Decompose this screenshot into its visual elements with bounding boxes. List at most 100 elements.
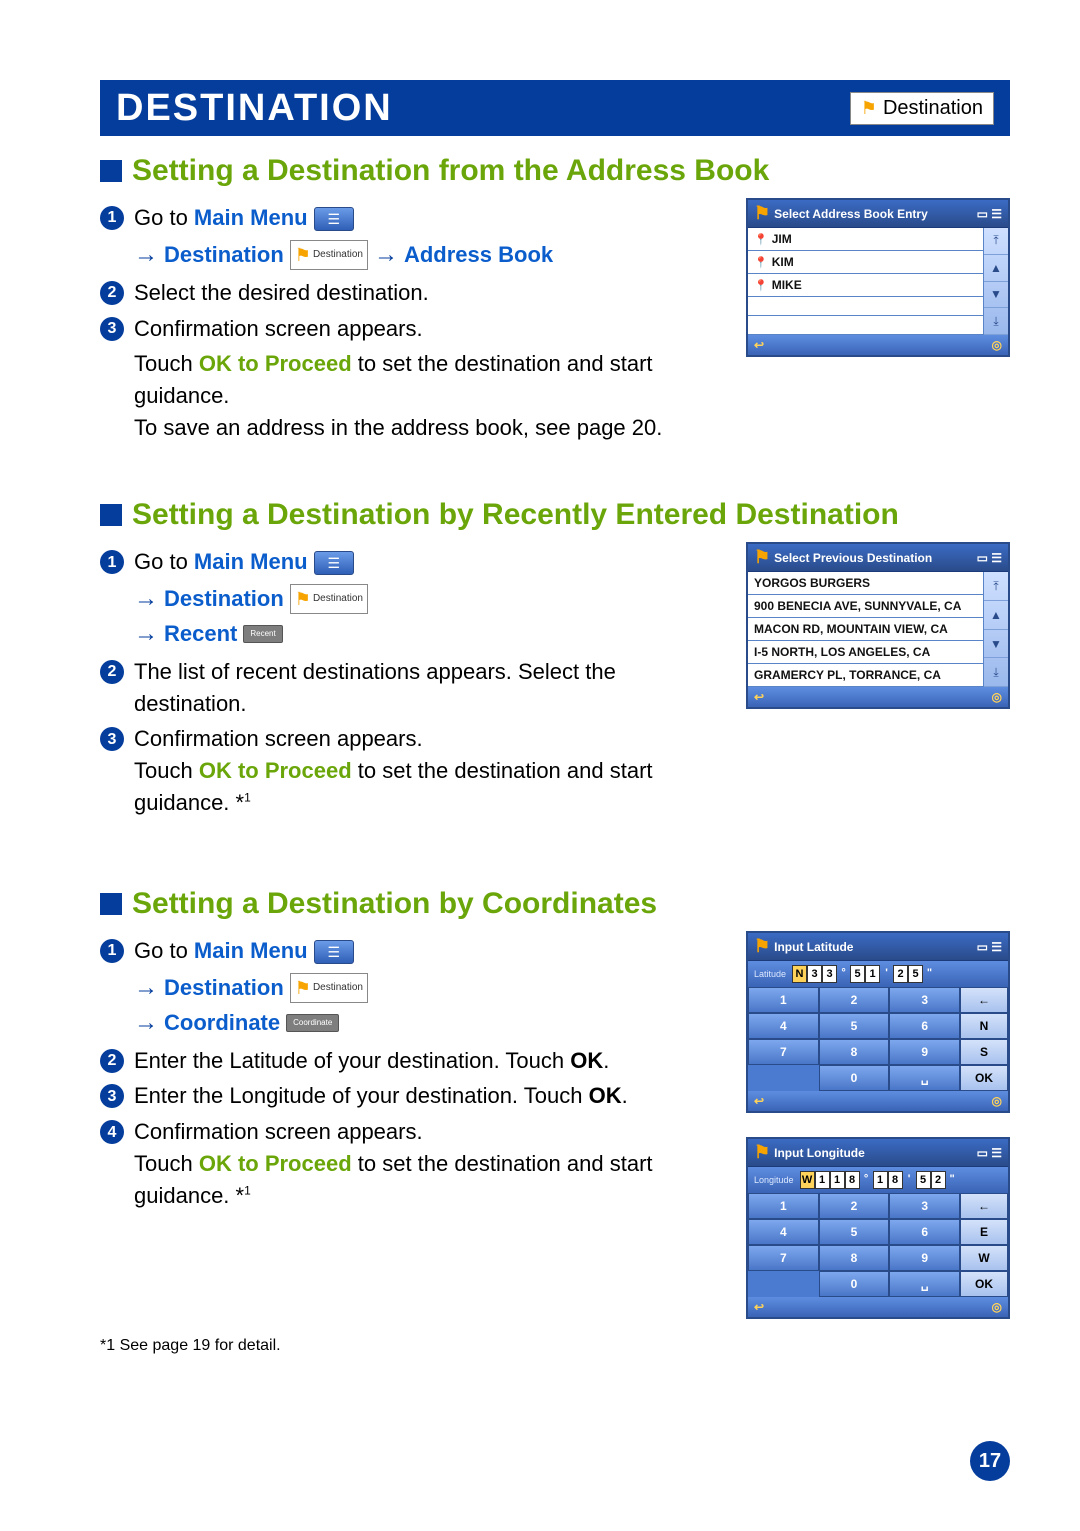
key-8[interactable]: 8 (819, 1039, 890, 1065)
key-0[interactable]: 0 (819, 1065, 890, 1091)
main-menu-icon (314, 207, 354, 231)
scroll-up-icon[interactable]: ▲ (984, 601, 1008, 630)
ok-label: OK (589, 1083, 622, 1108)
step-number-1: 1 (100, 206, 124, 230)
key-9[interactable]: 9 (889, 1039, 960, 1065)
list-item[interactable]: I-5 NORTH, LOS ANGELES, CA (748, 641, 983, 664)
key-7[interactable]: 7 (748, 1245, 819, 1271)
destination-badge: ⚑ Destination (850, 92, 994, 125)
key-2[interactable]: 2 (819, 1193, 890, 1219)
list-item[interactable]: MACON RD, MOUNTAIN VIEW, CA (748, 618, 983, 641)
key-6[interactable]: 6 (889, 1219, 960, 1245)
addressbook-screenshot: ⚑Select Address Book Entry▭ ☰ 📍JIM 📍KIM … (746, 198, 1010, 357)
key-2[interactable]: 2 (819, 987, 890, 1013)
recent-link: Recent (164, 618, 237, 650)
latitude-keypad: ⚑Input Latitude▭ ☰ Latitude N33°51'25" 1… (746, 931, 1010, 1113)
recent-chip-icon: Recent (243, 625, 282, 643)
east-button[interactable]: E (960, 1219, 1008, 1245)
scroll-up-icon[interactable]: ▲ (984, 255, 1008, 282)
step-number-2: 2 (100, 1049, 124, 1073)
arrow-icon: → (374, 238, 398, 273)
key-1[interactable]: 1 (748, 1193, 819, 1219)
arrow-icon: → (134, 617, 158, 652)
key-9[interactable]: 9 (889, 1245, 960, 1271)
list-item[interactable]: 900 BENECIA AVE, SUNNYVALE, CA (748, 595, 983, 618)
key-6[interactable]: 6 (889, 1013, 960, 1039)
ok-proceed: OK to Proceed (199, 758, 352, 783)
backspace-button[interactable]: ← (960, 987, 1008, 1013)
back-icon[interactable]: ↩ (754, 690, 764, 704)
destination-link: Destination (164, 583, 284, 615)
key-0[interactable]: 0 (819, 1271, 890, 1297)
scroll-down-icon[interactable]: ▼ (984, 630, 1008, 659)
key-3[interactable]: 3 (889, 1193, 960, 1219)
key-space[interactable]: ␣ (889, 1065, 960, 1091)
step3-text: Confirmation screen appears. (134, 313, 423, 345)
south-button[interactable]: S (960, 1039, 1008, 1065)
step-number-2: 2 (100, 660, 124, 684)
key-space[interactable]: ␣ (889, 1271, 960, 1297)
locate-icon[interactable]: ◎ (992, 1094, 1002, 1108)
backspace-button[interactable]: ← (960, 1193, 1008, 1219)
key-5[interactable]: 5 (819, 1219, 890, 1245)
locate-icon[interactable]: ◎ (992, 338, 1002, 352)
scroll-top-icon[interactable]: ⤒ (984, 572, 1008, 601)
coordinate-link: Coordinate (164, 1007, 280, 1039)
west-button[interactable]: W (960, 1245, 1008, 1271)
back-icon[interactable]: ↩ (754, 338, 764, 352)
main-menu-icon (314, 940, 354, 964)
flag-icon: ⚑ (754, 936, 770, 957)
list-item[interactable]: 📍JIM (748, 228, 983, 251)
scroll-down-icon[interactable]: ▼ (984, 282, 1008, 309)
ok-label: OK (570, 1048, 603, 1073)
key-4[interactable]: 4 (748, 1013, 819, 1039)
latitude-display: N33°51'25" (792, 965, 936, 983)
key-8[interactable]: 8 (819, 1245, 890, 1271)
scroll-bottom-icon[interactable]: ⤓ (984, 308, 1008, 335)
scroll-bottom-icon[interactable]: ⤓ (984, 658, 1008, 687)
main-menu-link: Main Menu (194, 205, 308, 230)
step-number-4: 4 (100, 1120, 124, 1144)
arrow-icon: → (134, 971, 158, 1006)
longitude-keypad: ⚑Input Longitude▭ ☰ Longitude W118°18'52… (746, 1137, 1010, 1319)
longitude-label: Longitude (754, 1175, 794, 1185)
list-item[interactable]: 📍MIKE (748, 274, 983, 297)
back-icon[interactable]: ↩ (754, 1094, 764, 1108)
list-item[interactable]: GRAMERCY PL, TORRANCE, CA (748, 664, 983, 687)
section-recent-title: Setting a Destination by Recently Entere… (100, 498, 1010, 532)
list-item[interactable]: YORGOS BURGERS (748, 572, 983, 595)
key-5[interactable]: 5 (819, 1013, 890, 1039)
destination-chip-icon: ⚑Destination (290, 240, 368, 270)
latitude-label: Latitude (754, 969, 786, 979)
key-1[interactable]: 1 (748, 987, 819, 1013)
step-number-1: 1 (100, 550, 124, 574)
ok-button[interactable]: OK (960, 1065, 1008, 1091)
main-menu-link: Main Menu (194, 938, 308, 963)
ok-button[interactable]: OK (960, 1271, 1008, 1297)
arrow-icon: → (134, 1006, 158, 1041)
locate-icon[interactable]: ◎ (992, 690, 1002, 704)
locate-icon[interactable]: ◎ (992, 1300, 1002, 1314)
pin-icon: 📍 (754, 279, 768, 292)
footnote: *1 See page 19 for detail. (100, 1337, 1010, 1355)
destination-chip-icon: ⚑Destination (290, 584, 368, 614)
key-3[interactable]: 3 (889, 987, 960, 1013)
scroll-top-icon[interactable]: ⤒ (984, 228, 1008, 255)
longitude-display: W118°18'52" (800, 1171, 959, 1189)
list-item[interactable]: 📍KIM (748, 251, 983, 274)
north-button[interactable]: N (960, 1013, 1008, 1039)
key-7[interactable]: 7 (748, 1039, 819, 1065)
back-icon[interactable]: ↩ (754, 1300, 764, 1314)
step-number-3: 3 (100, 1084, 124, 1108)
section-coord-title: Setting a Destination by Coordinates (100, 887, 1010, 921)
save-note: To save an address in the address book, … (134, 415, 662, 440)
section1-steps: 1 Go to Main Menu → Destination ⚑Destina… (100, 198, 728, 444)
coordinate-chip-icon: Coordinate (286, 1014, 339, 1032)
section3-steps: 1 Go to Main Menu → Destination ⚑Destina… (100, 931, 728, 1216)
main-menu-link: Main Menu (194, 549, 308, 574)
ok-proceed: OK to Proceed (199, 1151, 352, 1176)
destination-link: Destination (164, 972, 284, 1004)
page-title: DESTINATION (116, 87, 393, 130)
key-4[interactable]: 4 (748, 1219, 819, 1245)
main-menu-icon (314, 551, 354, 575)
